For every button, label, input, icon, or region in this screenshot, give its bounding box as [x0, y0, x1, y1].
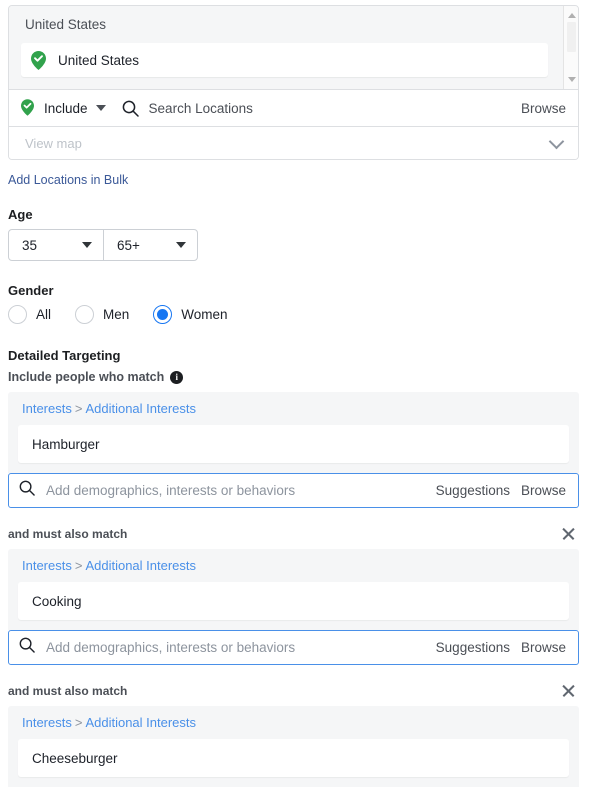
- scrollbar-down-arrow-icon[interactable]: [564, 72, 578, 87]
- include-people-who-match-label: Include people who match: [8, 370, 165, 384]
- chevron-down-icon: [176, 242, 186, 248]
- breadcrumb-leaf-link[interactable]: Additional Interests: [85, 401, 196, 416]
- locations-scrollbar[interactable]: [563, 6, 578, 89]
- breadcrumb-root-link[interactable]: Interests: [22, 715, 72, 730]
- gender-option-men[interactable]: Men: [75, 305, 129, 324]
- targeting-group-1: Interests > Additional Interests Hamburger…: [8, 392, 579, 508]
- gender-radio-group: All Men Women: [8, 305, 252, 324]
- include-pin-icon: [21, 98, 36, 118]
- view-map-label: View map: [25, 135, 82, 151]
- targeting-group-2: Interests > Additional Interests Cooking A…: [8, 549, 579, 665]
- location-chip-label: United States: [58, 52, 140, 68]
- close-icon[interactable]: [559, 682, 577, 700]
- and-must-also-match-label: and must also match: [8, 684, 128, 698]
- and-must-also-match-label: and must also match: [8, 527, 128, 541]
- location-pin-check-icon: [31, 50, 46, 70]
- breadcrumb-root-link[interactable]: Interests: [22, 401, 72, 416]
- targeting-search-placeholder[interactable]: Add demographics, interests or behaviors: [46, 483, 436, 498]
- targeting-search-placeholder[interactable]: Add demographics, interests or behaviors: [46, 640, 436, 655]
- include-exclude-dropdown[interactable]: Include: [21, 98, 106, 118]
- chevron-down-icon: [82, 242, 92, 248]
- age-max-value: 65+: [117, 237, 140, 253]
- targeting-group-header: Interests > Additional Interests Cheesebur…: [8, 706, 579, 787]
- age-max-select[interactable]: 65+: [103, 230, 197, 260]
- view-map-row[interactable]: View map: [9, 127, 578, 159]
- gender-section-title: Gender: [8, 283, 54, 298]
- location-chip-united-states[interactable]: United States: [21, 43, 548, 77]
- age-range-selects: 35 65+: [8, 229, 198, 261]
- locations-selected-area: United States United States: [9, 6, 578, 90]
- detailed-targeting-subtitle-row: Include people who match i: [8, 370, 184, 384]
- radio-button[interactable]: [8, 305, 27, 324]
- targeting-value-wrap: Cheeseburger: [8, 739, 579, 787]
- targeting-group-header: Interests > Additional Interests Hamburger: [8, 392, 579, 473]
- breadcrumb: Interests > Additional Interests: [8, 558, 579, 582]
- gender-option-label: Men: [103, 307, 130, 322]
- breadcrumb: Interests > Additional Interests: [8, 401, 579, 425]
- close-icon[interactable]: [559, 525, 577, 543]
- breadcrumb-separator: >: [74, 401, 83, 416]
- browse-button[interactable]: Browse: [521, 640, 566, 655]
- gender-option-women[interactable]: Women: [153, 305, 228, 324]
- suggestions-button[interactable]: Suggestions: [436, 640, 510, 655]
- locations-box: United States United States Include Sear…: [8, 5, 579, 160]
- search-icon: [122, 100, 139, 117]
- targeting-value-wrap: Cooking: [8, 582, 579, 630]
- add-locations-in-bulk-link[interactable]: Add Locations in Bulk: [8, 173, 128, 187]
- gender-option-label: All: [36, 307, 52, 322]
- info-icon[interactable]: i: [170, 370, 184, 384]
- breadcrumb-separator: >: [74, 558, 83, 573]
- include-dropdown-label: Include: [44, 100, 88, 116]
- gender-option-all[interactable]: All: [8, 305, 51, 324]
- detailed-targeting-title: Detailed Targeting: [8, 348, 121, 363]
- and-must-also-match-row-2: and must also match: [8, 682, 579, 700]
- search-locations-input[interactable]: Search Locations: [149, 101, 521, 116]
- gender-option-label: Women: [181, 307, 228, 322]
- radio-button[interactable]: [75, 305, 95, 324]
- locations-country-heading: United States: [25, 17, 107, 32]
- targeting-value-chip[interactable]: Cheeseburger: [18, 739, 569, 777]
- breadcrumb-separator: >: [74, 715, 83, 730]
- targeting-value-chip[interactable]: Cooking: [18, 582, 569, 620]
- targeting-value-wrap: Hamburger: [8, 425, 579, 473]
- targeting-group-header: Interests > Additional Interests Cooking: [8, 549, 579, 630]
- targeting-search-input-2[interactable]: Add demographics, interests or behaviors…: [8, 630, 579, 665]
- locations-search-row: Include Search Locations Browse: [9, 90, 578, 127]
- audience-targeting-panel: United States United States Include Sear…: [0, 0, 590, 787]
- breadcrumb-leaf-link[interactable]: Additional Interests: [85, 715, 196, 730]
- suggestions-button[interactable]: Suggestions: [436, 483, 510, 498]
- browse-button[interactable]: Browse: [521, 483, 566, 498]
- radio-button-selected[interactable]: [153, 305, 173, 324]
- targeting-value-chip[interactable]: Hamburger: [18, 425, 569, 463]
- breadcrumb-leaf-link[interactable]: Additional Interests: [85, 558, 196, 573]
- targeting-group-3: Interests > Additional Interests Cheesebur…: [8, 706, 579, 787]
- breadcrumb: Interests > Additional Interests: [8, 715, 579, 739]
- age-min-select[interactable]: 35: [9, 230, 103, 260]
- age-min-value: 35: [22, 237, 38, 253]
- search-icon: [19, 480, 35, 501]
- chevron-down-icon[interactable]: [548, 133, 565, 149]
- scrollbar-up-arrow-icon[interactable]: [564, 8, 578, 23]
- breadcrumb-root-link[interactable]: Interests: [22, 558, 72, 573]
- search-icon: [19, 637, 35, 658]
- targeting-search-input-1[interactable]: Add demographics, interests or behaviors…: [8, 473, 579, 508]
- and-must-also-match-row-1: and must also match: [8, 525, 579, 543]
- chevron-down-icon: [95, 105, 106, 111]
- age-section-title: Age: [8, 207, 33, 222]
- locations-browse-button[interactable]: Browse: [521, 101, 566, 116]
- scrollbar-thumb[interactable]: [567, 22, 576, 52]
